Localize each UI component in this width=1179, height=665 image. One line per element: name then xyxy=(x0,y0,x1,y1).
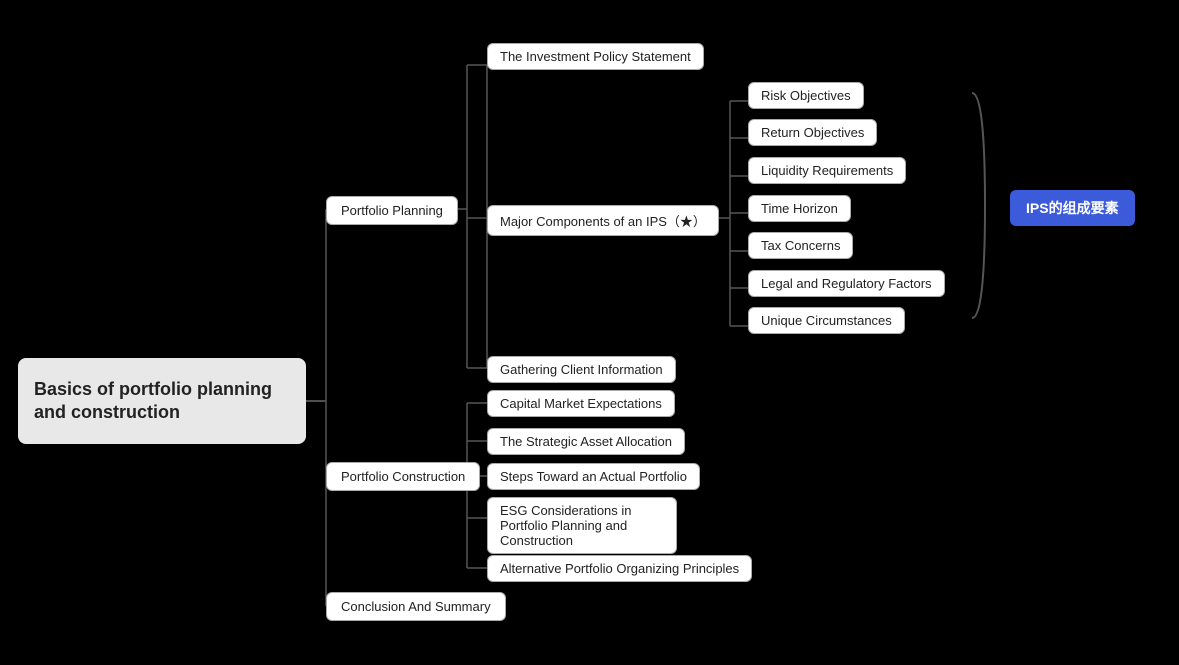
major-components-node[interactable]: Major Components of an IPS（★） xyxy=(487,205,719,236)
root-label: Basics of portfolio planning and constru… xyxy=(34,378,290,425)
legal-regulatory-node[interactable]: Legal and Regulatory Factors xyxy=(748,270,945,297)
ips-highlight-badge[interactable]: IPS的组成要素 xyxy=(1010,190,1135,226)
strategic-asset-node[interactable]: The Strategic Asset Allocation xyxy=(487,428,685,455)
unique-circumstances-node[interactable]: Unique Circumstances xyxy=(748,307,905,334)
alt-portfolio-node[interactable]: Alternative Portfolio Organizing Princip… xyxy=(487,555,752,582)
mind-map: Basics of portfolio planning and constru… xyxy=(0,0,1179,665)
time-horizon-node[interactable]: Time Horizon xyxy=(748,195,851,222)
ips-node[interactable]: The Investment Policy Statement xyxy=(487,43,704,70)
tax-concerns-node[interactable]: Tax Concerns xyxy=(748,232,853,259)
return-objectives-node[interactable]: Return Objectives xyxy=(748,119,877,146)
liquidity-node[interactable]: Liquidity Requirements xyxy=(748,157,906,184)
conclusion-node[interactable]: Conclusion And Summary xyxy=(326,592,506,621)
root-node: Basics of portfolio planning and constru… xyxy=(18,358,306,444)
esg-node[interactable]: ESG Considerations in Portfolio Planning… xyxy=(487,497,677,554)
portfolio-planning-node[interactable]: Portfolio Planning xyxy=(326,196,458,225)
gathering-node[interactable]: Gathering Client Information xyxy=(487,356,676,383)
portfolio-construction-node[interactable]: Portfolio Construction xyxy=(326,462,480,491)
capital-market-node[interactable]: Capital Market Expectations xyxy=(487,390,675,417)
steps-actual-node[interactable]: Steps Toward an Actual Portfolio xyxy=(487,463,700,490)
risk-objectives-node[interactable]: Risk Objectives xyxy=(748,82,864,109)
